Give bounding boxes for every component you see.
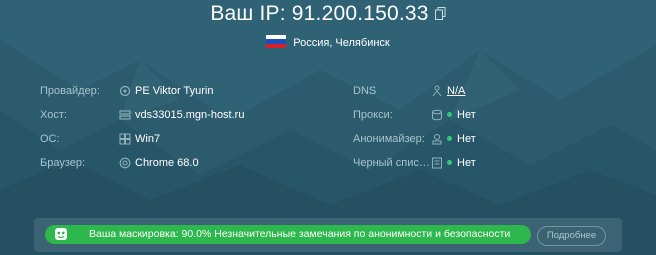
anonymizer-status: Нет (447, 131, 476, 147)
info-row-blacklist: Черный спис… (353, 155, 430, 171)
status-dot-icon (447, 136, 452, 141)
mask-icon (55, 228, 67, 240)
dns-label: DNS (353, 85, 377, 97)
browser-value: Chrome 68.0 (135, 157, 199, 169)
ip-address-heading: Ваш IP: 91.200.150.33 (0, 2, 656, 26)
proxy-label: Прокси: (353, 109, 393, 121)
russia-flag-icon (266, 35, 287, 48)
provider-label: Провайдер: (40, 85, 100, 97)
browser-icon (119, 157, 131, 169)
anonymizer-label: Анонимайзер: (353, 133, 425, 145)
browser-label: Браузер: (40, 157, 86, 169)
info-row-browser: Браузер: (40, 155, 85, 171)
host-icon (119, 110, 131, 120)
blacklist-status: Нет (447, 155, 476, 171)
provider-icon (119, 85, 131, 97)
host-label: Хост: (40, 109, 67, 121)
info-row-provider: Провайдер: (40, 83, 100, 99)
anonymizer-icon (432, 134, 442, 145)
info-row-os: ОС: (40, 131, 60, 147)
windows-icon (119, 133, 131, 145)
location-text: Россия, Челябинск (293, 37, 390, 49)
blacklist-value: Нет (457, 157, 476, 169)
blacklist-label: Черный спис… (353, 157, 430, 169)
mask-status-text: Ваша маскировка: 90.0% Незначительные за… (89, 228, 511, 240)
provider-value: PE Viktor Tyurin (135, 85, 214, 97)
status-dot-icon (447, 160, 452, 165)
proxy-status: Нет (447, 107, 476, 123)
proxy-value: Нет (457, 109, 476, 121)
dns-icon (432, 85, 442, 97)
os-value: Win7 (135, 133, 161, 145)
ip-address-text: Ваш IP: 91.200.150.33 (210, 2, 429, 25)
more-details-button[interactable]: Подробнее (537, 226, 606, 246)
info-row-host: Хост: (40, 107, 67, 123)
status-dot-icon (447, 112, 452, 117)
info-row-anonymizer: Анонимайзер: (353, 131, 425, 147)
dns-value-link[interactable]: N/A (447, 83, 465, 99)
location-line: Россия, Челябинск (0, 35, 656, 49)
blacklist-icon (432, 157, 442, 169)
copy-icon[interactable] (434, 2, 446, 26)
info-row-proxy: Прокси: (353, 107, 393, 123)
anonymizer-value: Нет (457, 133, 476, 145)
mask-status-bar: Ваша маскировка: 90.0% Незначительные за… (45, 225, 531, 244)
host-value: vds33015.mgn-host.ru (135, 109, 245, 121)
info-row-dns: DNS (353, 83, 376, 99)
proxy-icon (432, 109, 442, 121)
os-label: ОС: (40, 133, 60, 145)
